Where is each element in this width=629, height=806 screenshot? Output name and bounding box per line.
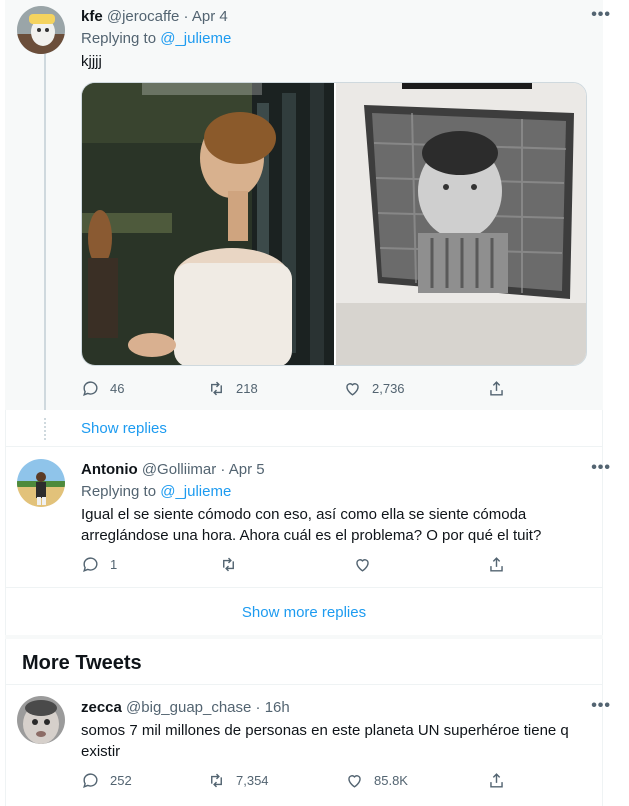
- replying-label: Replying to: [81, 30, 157, 47]
- tweet-date[interactable]: Apr 5: [229, 461, 265, 478]
- separator: ·: [183, 8, 189, 25]
- reply-icon: [83, 381, 98, 397]
- divider: [5, 635, 603, 639]
- show-replies-link[interactable]: Show replies: [81, 420, 167, 437]
- tweet-text: kjjjj: [81, 53, 102, 70]
- retweet-action[interactable]: 7,354: [207, 771, 269, 790]
- tweet-header: Antonio @Golliimar · Apr 5: [81, 461, 265, 478]
- author-handle[interactable]: @Golliimar: [142, 461, 216, 478]
- author-name[interactable]: kfe: [81, 8, 103, 25]
- divider: [5, 587, 603, 588]
- retweet-count: 218: [236, 381, 258, 396]
- tweet-text-line: Igual el se siente cómodo con eso, así c…: [81, 506, 527, 523]
- tweet-text: Igual el se siente cómodo con eso, así c…: [81, 504, 571, 546]
- tweet-actions: 1: [81, 555, 511, 575]
- reply-action[interactable]: 1: [81, 555, 117, 574]
- author-handle[interactable]: @big_guap_chase: [126, 699, 251, 716]
- like-count: 85.8K: [374, 773, 408, 788]
- more-options-icon[interactable]: •••: [591, 697, 611, 715]
- share-icon: [490, 773, 503, 788]
- tweet-actions: 46 218 2,736: [81, 379, 511, 399]
- avatar[interactable]: [17, 459, 65, 507]
- heart-icon: [346, 383, 359, 396]
- avatar[interactable]: [17, 6, 65, 54]
- avatar-image: [17, 696, 65, 744]
- more-tweets-heading: More Tweets: [22, 652, 142, 674]
- reply-count: 1: [110, 557, 118, 572]
- tweet-actions: 252 7,354 85.8K: [81, 771, 511, 791]
- tweet-text-line: somos 7 mil millones de personas en este…: [81, 722, 569, 739]
- more-options-icon[interactable]: •••: [591, 459, 611, 477]
- author-handle[interactable]: @jerocaffe: [107, 8, 180, 25]
- more-options-icon[interactable]: •••: [591, 6, 611, 24]
- retweet-icon: [223, 557, 234, 572]
- retweet-icon: [211, 773, 222, 788]
- tweet-header: kfe @jerocaffe · Apr 4: [81, 8, 228, 25]
- show-more-replies-link[interactable]: Show more replies: [0, 604, 608, 621]
- tweet-date[interactable]: Apr 4: [192, 8, 228, 25]
- retweet-action[interactable]: 218: [207, 379, 258, 398]
- tweet-photos: [82, 83, 586, 365]
- like-action[interactable]: 2,736: [343, 379, 405, 398]
- divider: [5, 684, 603, 685]
- replying-to: Replying to @_julieme: [81, 30, 231, 47]
- retweet-count: 7,354: [236, 773, 269, 788]
- tweet-text-line: existir: [81, 743, 121, 760]
- tweet-media[interactable]: [81, 82, 587, 366]
- separator: ·: [255, 699, 261, 716]
- divider: [5, 446, 603, 447]
- tweet-text: somos 7 mil millones de personas en este…: [81, 720, 571, 762]
- avatar[interactable]: [17, 696, 65, 744]
- like-action[interactable]: [353, 555, 382, 574]
- like-action[interactable]: 85.8K: [345, 771, 408, 790]
- avatar-image: [17, 6, 65, 54]
- replying-handle[interactable]: @_julieme: [160, 483, 231, 500]
- reply-action[interactable]: 252: [81, 771, 132, 790]
- separator: ·: [220, 461, 226, 478]
- tweet-header: zecca @big_guap_chase · 16h: [81, 699, 290, 716]
- retweet-icon: [211, 381, 222, 396]
- share-action[interactable]: [487, 379, 516, 398]
- reply-icon: [83, 773, 98, 789]
- tweet-date[interactable]: 16h: [265, 699, 290, 716]
- heart-icon: [356, 559, 369, 572]
- share-icon: [490, 557, 503, 572]
- heart-icon: [348, 775, 361, 788]
- reply-action[interactable]: 46: [81, 379, 124, 398]
- dotted-thread-line: [44, 418, 48, 440]
- like-count: 2,736: [372, 381, 405, 396]
- thread-line: [44, 52, 46, 410]
- share-action[interactable]: [487, 771, 516, 790]
- tweet-text-line: arreglándose una hora. Ahora cuál es el …: [81, 527, 542, 544]
- author-name[interactable]: Antonio: [81, 461, 138, 478]
- reply-count: 252: [110, 773, 132, 788]
- reply-count: 46: [110, 381, 125, 396]
- replying-label: Replying to: [81, 483, 157, 500]
- share-icon: [490, 381, 503, 396]
- replying-to: Replying to @_julieme: [81, 483, 231, 500]
- reply-icon: [83, 557, 98, 573]
- replying-handle[interactable]: @_julieme: [160, 30, 231, 47]
- share-action[interactable]: [487, 555, 516, 574]
- avatar-image: [17, 459, 65, 507]
- author-name[interactable]: zecca: [81, 699, 122, 716]
- retweet-action[interactable]: [219, 555, 248, 574]
